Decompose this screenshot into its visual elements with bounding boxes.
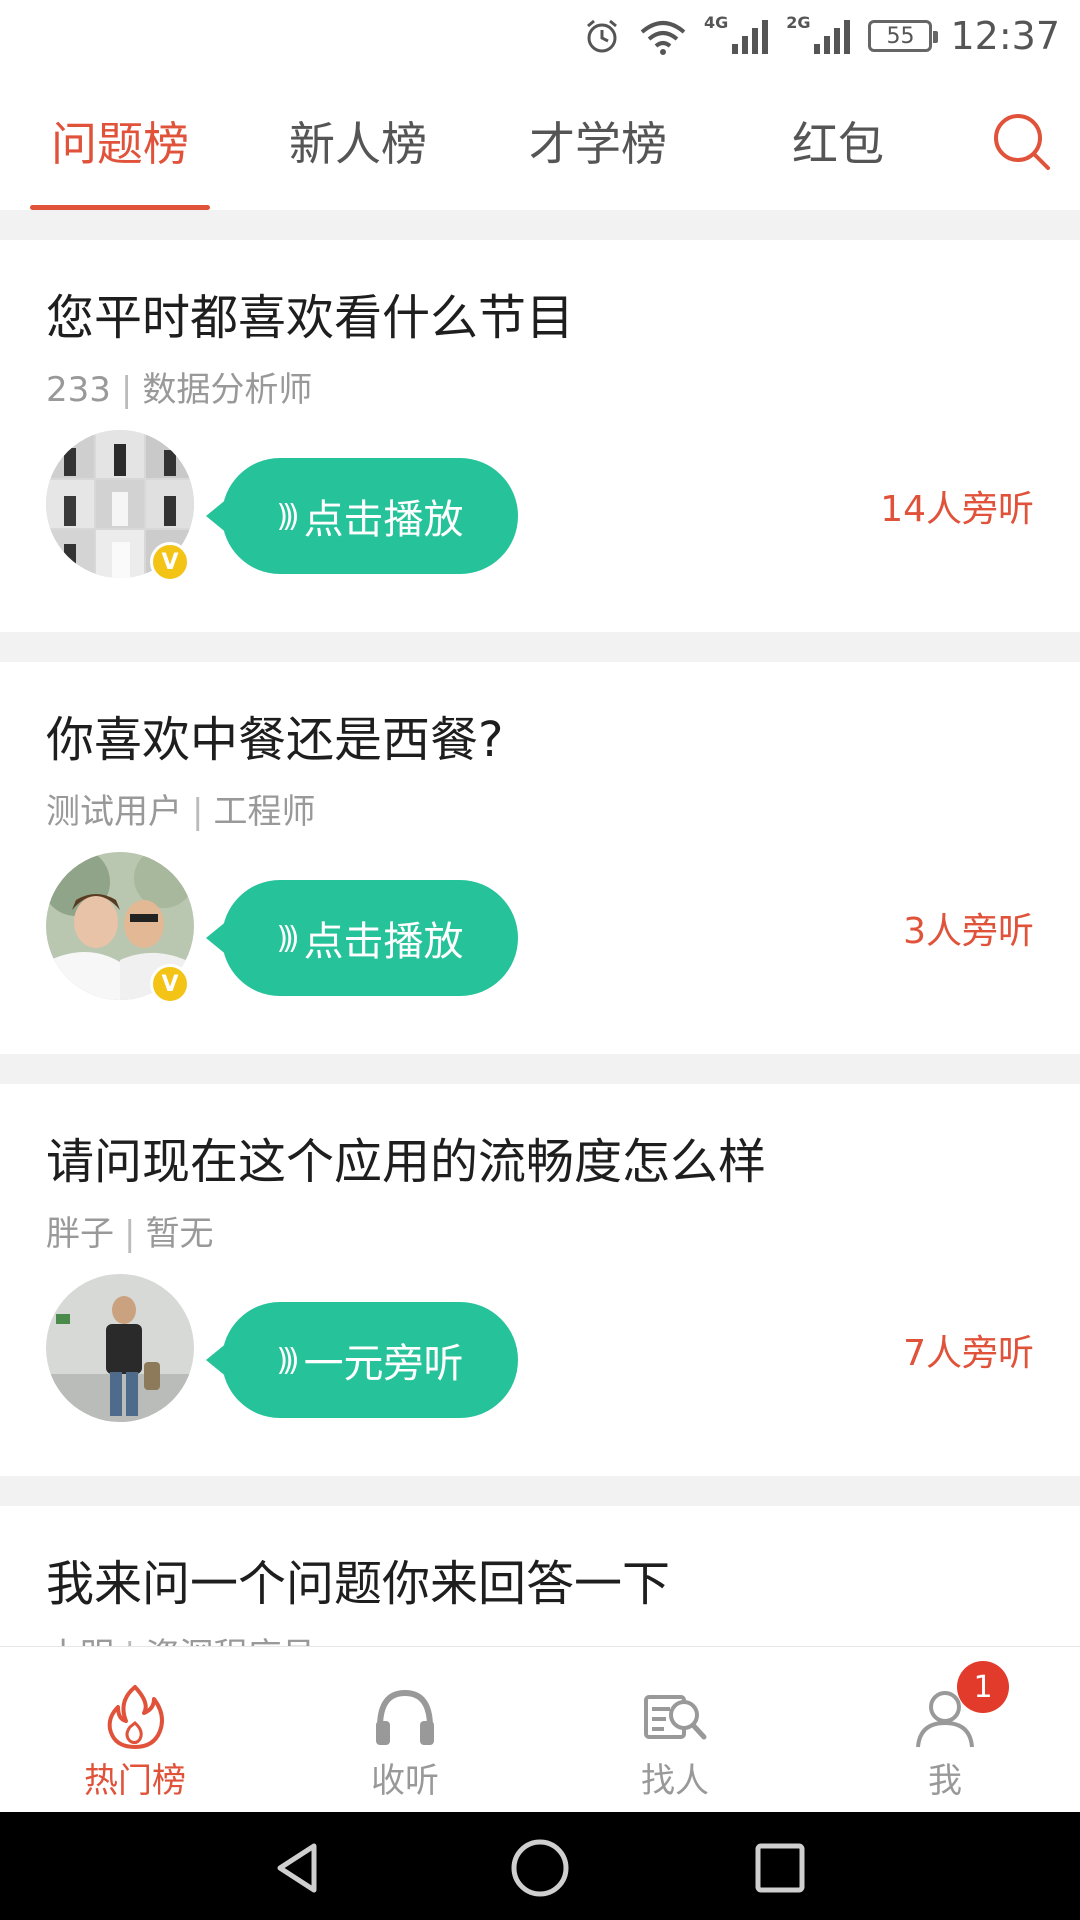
signal-4g: 4G [703, 12, 770, 56]
tab-question-rank[interactable]: 问题榜 [30, 72, 210, 210]
paid-listen-button[interactable]: ))) 一元旁听 [206, 1302, 518, 1418]
play-audio-button[interactable]: ))) 点击播放 [206, 458, 518, 574]
answerer-name: 胖子 [46, 1214, 114, 1254]
question-title: 请问现在这个应用的流畅度怎么样 [46, 1134, 767, 1190]
sound-wave-icon: ))) [276, 1342, 299, 1378]
meta-separator: | [124, 1636, 135, 1646]
play-button-label: 点击播放 [303, 919, 464, 965]
listener-count: 7人旁听 [903, 1333, 1034, 1374]
verified-badge-icon: V [150, 964, 190, 1004]
tab-talent-rank[interactable]: 才学榜 [508, 72, 688, 210]
notification-badge: 1 [957, 1661, 1009, 1713]
meta-separator: | [192, 792, 204, 832]
listener-count: 3人旁听 [903, 911, 1034, 952]
answerer-meta: 小明 | 资深程序员 [46, 1628, 315, 1646]
meta-separator: | [120, 370, 133, 410]
answerer-name: 测试用户 [46, 792, 182, 832]
battery-icon: 55 [868, 20, 939, 52]
nav-listen[interactable]: 收听 [305, 1647, 505, 1813]
question-card[interactable]: 你喜欢中餐还是西餐? 测试用户 | 工程师 V ))) 点击播放 3人旁听 [0, 662, 1080, 1054]
answerer-role: 暂无 [145, 1214, 214, 1254]
question-card[interactable]: 请问现在这个应用的流畅度怎么样 胖子 | 暂无 ))) 一元旁听 7人旁听 [0, 1084, 1080, 1476]
tab-label: 红包 [792, 117, 884, 171]
battery-level: 55 [886, 23, 915, 49]
back-icon[interactable] [270, 1840, 326, 1896]
sound-wave-icon: ))) [276, 920, 299, 956]
app-screen: 4G 2G 55 12:37 问题榜 新人榜 才学榜 红包 您平时都喜欢看什么节… [0, 0, 1080, 1920]
network-4g-label: 4G [703, 12, 729, 32]
signal-bars-icon [732, 20, 769, 54]
find-people-icon [644, 1695, 707, 1740]
question-card[interactable]: 您平时都喜欢看什么节目 233 | 数据分析师 V ))) 点击播放 14人旁听 [0, 240, 1080, 632]
sound-wave-icon: ))) [276, 498, 299, 534]
answerer-name: 233 [46, 370, 111, 410]
tab-label: 问题榜 [51, 117, 189, 171]
wifi-icon [638, 16, 688, 56]
nav-label: 我 [928, 1761, 962, 1801]
network-2g-label: 2G [786, 12, 811, 32]
answerer-role: 工程师 [213, 792, 316, 832]
nav-label: 收听 [371, 1761, 439, 1801]
nav-me[interactable]: 我 1 [845, 1647, 1045, 1813]
search-icon[interactable] [990, 110, 1054, 174]
play-button-label: 一元旁听 [303, 1341, 464, 1387]
nav-label: 热门榜 [84, 1761, 186, 1801]
answerer-meta: 胖子 | 暂无 [46, 1206, 213, 1255]
question-card[interactable]: 我来问一个问题你来回答一下 小明 | 资深程序员 [0, 1506, 1080, 1646]
battery-indicator: 55 [868, 20, 939, 52]
answerer-name: 小明 [46, 1636, 114, 1646]
nav-find-people[interactable]: 找人 [575, 1647, 775, 1813]
play-audio-button[interactable]: ))) 点击播放 [206, 880, 518, 996]
answerer-meta: 测试用户 | 工程师 [46, 784, 315, 833]
headphones-icon [376, 1689, 434, 1745]
top-tab-bar: 问题榜 新人榜 才学榜 红包 [0, 72, 1080, 210]
listener-count: 14人旁听 [880, 489, 1034, 530]
signal-bars-icon [814, 20, 851, 54]
clock: 12:37 [950, 14, 1060, 58]
home-icon[interactable] [510, 1838, 570, 1898]
tab-newcomer-rank[interactable]: 新人榜 [268, 72, 448, 210]
bottom-navigation: 热门榜 收听 找人 我 1 [0, 1646, 1080, 1812]
tab-label: 才学榜 [529, 117, 667, 171]
play-button-label: 点击播放 [303, 497, 464, 543]
tab-label: 新人榜 [289, 117, 427, 171]
alarm-icon [582, 16, 622, 56]
recent-apps-icon[interactable] [754, 1842, 806, 1894]
avatar[interactable] [46, 1274, 194, 1422]
question-title: 我来问一个问题你来回答一下 [46, 1556, 671, 1612]
verified-badge-icon: V [150, 542, 190, 582]
question-title: 你喜欢中餐还是西餐? [46, 712, 504, 768]
signal-2g: 2G [786, 12, 852, 56]
question-title: 您平时都喜欢看什么节目 [46, 290, 575, 346]
meta-separator: | [124, 1214, 136, 1254]
nav-label: 找人 [641, 1761, 709, 1801]
active-tab-indicator [30, 205, 210, 210]
answerer-meta: 233 | 数据分析师 [46, 362, 312, 411]
nav-hot-rank[interactable]: 热门榜 [35, 1647, 235, 1813]
answerer-role: 资深程序员 [145, 1636, 315, 1646]
system-navigation-bar [0, 1812, 1080, 1920]
answerer-role: 数据分析师 [142, 370, 313, 410]
status-bar: 4G 2G 55 12:37 [0, 0, 1080, 72]
tab-red-packet[interactable]: 红包 [748, 72, 928, 210]
flame-icon [107, 1685, 164, 1749]
